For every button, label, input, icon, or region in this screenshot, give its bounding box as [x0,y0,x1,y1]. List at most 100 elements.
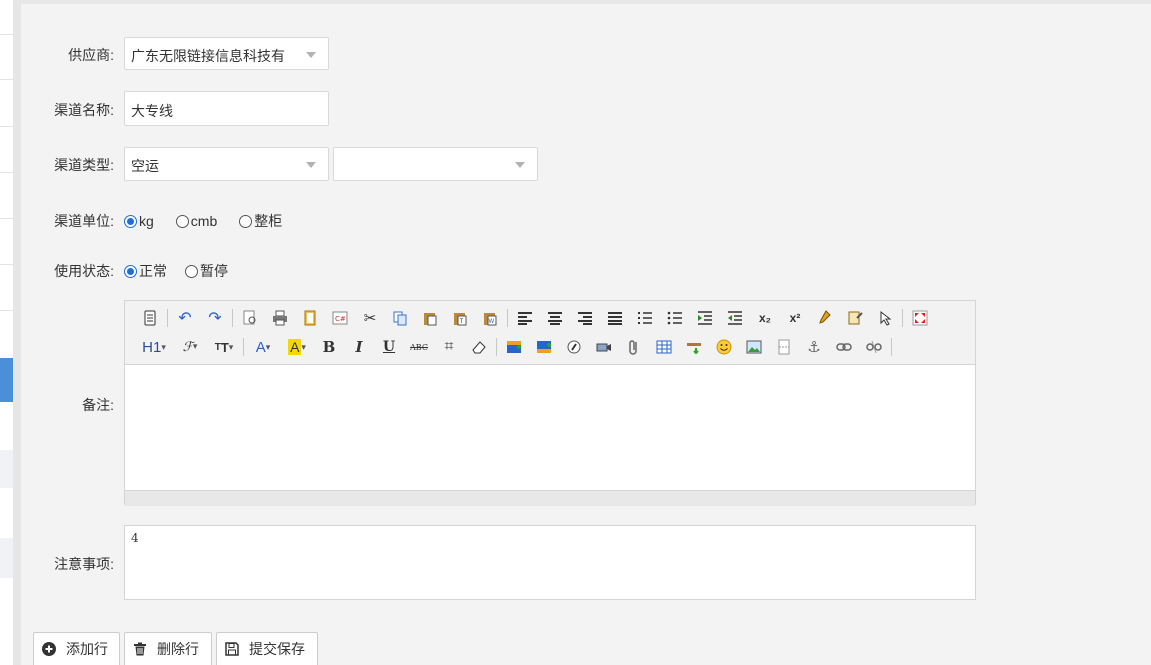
radio-unchecked-icon [239,214,253,228]
nav-divider [0,126,13,127]
channel-subtype-select[interactable] [333,147,538,181]
insert-row-above-icon[interactable] [504,337,524,357]
align-left-icon[interactable] [515,308,535,328]
print-icon[interactable] [270,308,290,328]
link-icon[interactable] [834,337,854,357]
nav-item[interactable] [0,450,13,488]
unit-radio-cmb[interactable]: cmb [175,213,218,229]
page-break-icon[interactable] [300,308,320,328]
channel-type-label: 渠道类型: [54,157,114,173]
redo-icon[interactable]: ↷ [205,308,225,328]
paste-text-icon[interactable]: T [450,308,470,328]
eraser-icon[interactable] [469,337,489,357]
channel-type-select[interactable]: 空运 [124,147,329,181]
horizontal-rule-icon[interactable] [684,337,704,357]
font-size-icon[interactable]: T T ▾ [212,337,236,357]
svg-text:T: T [460,319,464,325]
delete-row-button[interactable]: 删除行 [124,632,212,665]
align-justify-icon[interactable] [605,308,625,328]
status-radio-paused[interactable]: 暂停 [185,261,228,281]
add-row-label: 添加行 [66,641,108,657]
insert-row-below-icon[interactable] [534,337,554,357]
fullscreen-icon[interactable] [910,308,930,328]
copy-icon[interactable] [390,308,410,328]
toolbar-row-1: ↶ ↷ C# ✂ T W x₂ x² [135,307,935,329]
align-right-icon[interactable] [575,308,595,328]
font-color-icon[interactable]: A ▾ [251,337,275,357]
nav-item[interactable] [0,538,13,578]
undo-icon[interactable]: ↶ [175,308,195,328]
paste-icon[interactable] [420,308,440,328]
submit-save-label: 提交保存 [249,641,305,657]
radio-checked-icon [124,264,137,278]
toolbar-separator [167,309,168,327]
bold-icon[interactable]: B [319,337,339,357]
preview-icon[interactable] [240,308,260,328]
cursor-icon[interactable] [875,308,895,328]
toolbar-separator [891,338,892,356]
strikethrough-icon[interactable]: ABC [409,337,429,357]
source-code-icon[interactable] [140,308,160,328]
radio-checked-icon [124,214,137,228]
nav-divider [0,34,13,35]
toolbar-row-2: H1 ▾ ℱ ▾ T T ▾ A ▾ A ▾ B I U ABC ⌗ ⚓ [135,336,894,358]
toolbar-separator [507,309,508,327]
insert-code-icon[interactable]: C# [330,308,350,328]
emoji-icon[interactable] [714,337,734,357]
page-layout-icon[interactable] [774,337,794,357]
toolbar-separator [243,338,244,356]
insert-table-icon[interactable] [654,337,674,357]
status-radio-normal[interactable]: 正常 [124,261,167,281]
unit-option-label: cmb [190,213,218,229]
status-option-label: 暂停 [200,263,228,279]
nav-divider [0,264,13,265]
chevron-down-icon [306,52,316,58]
heading-dropdown[interactable]: H1 ▾ [140,337,168,357]
outdent-icon[interactable] [725,308,745,328]
unlink-icon[interactable] [864,337,884,357]
insert-image-icon[interactable] [744,337,764,357]
ordered-list-icon[interactable] [635,308,655,328]
side-nav-strip [0,0,13,665]
table-grid-icon[interactable]: ⌗ [439,337,459,357]
anchor-icon[interactable]: ⚓ [804,337,824,357]
channel-name-input[interactable]: 大专线 [124,91,329,126]
unit-radio-container[interactable]: 整柜 [239,211,282,231]
toolbar-separator [232,309,233,327]
plus-circle-icon [42,642,56,656]
radio-unchecked-icon [185,264,198,278]
unordered-list-icon[interactable] [665,308,685,328]
insert-video-icon[interactable] [594,337,614,357]
format-painter-icon[interactable] [815,308,835,328]
cut-icon[interactable]: ✂ [360,308,380,328]
unit-radio-kg[interactable]: kg [124,213,154,229]
submit-save-button[interactable]: 提交保存 [216,632,318,665]
subscript-icon[interactable]: x₂ [755,308,775,328]
status-radio-group: 正常 暂停 [124,261,250,281]
align-center-icon[interactable] [545,308,565,328]
nav-divider [0,310,13,311]
trash-icon [133,642,147,656]
nav-item-active[interactable] [0,358,13,402]
nav-divider [0,79,13,80]
supplier-select[interactable]: 广东无限链接信息科技有 [124,37,329,70]
paste-word-icon[interactable]: W [480,308,500,328]
notes-textarea[interactable]: 4 [124,525,976,600]
editor-toolbar: ↶ ↷ C# ✂ T W x₂ x² H1 ▾ ℱ ▾ T T ▾ A ▾ A … [125,301,975,365]
underline-icon[interactable]: U [379,337,399,357]
indent-icon[interactable] [695,308,715,328]
insert-flash-icon[interactable] [564,337,584,357]
select-all-icon[interactable] [845,308,865,328]
highlight-color-icon[interactable]: A ▾ [285,337,309,357]
channel-name-label: 渠道名称: [54,102,114,118]
rich-text-editor: ↶ ↷ C# ✂ T W x₂ x² H1 ▾ ℱ ▾ T T ▾ A ▾ A … [124,300,976,506]
editor-content-area[interactable] [125,365,975,490]
status-option-label: 正常 [139,263,167,279]
font-family-icon[interactable]: ℱ ▾ [178,337,202,357]
unit-option-label: kg [139,213,154,229]
add-row-button[interactable]: 添加行 [33,632,120,665]
remark-label: 备注: [82,397,114,413]
italic-icon[interactable]: I [349,337,369,357]
superscript-icon[interactable]: x² [785,308,805,328]
attachment-icon[interactable] [624,337,644,357]
